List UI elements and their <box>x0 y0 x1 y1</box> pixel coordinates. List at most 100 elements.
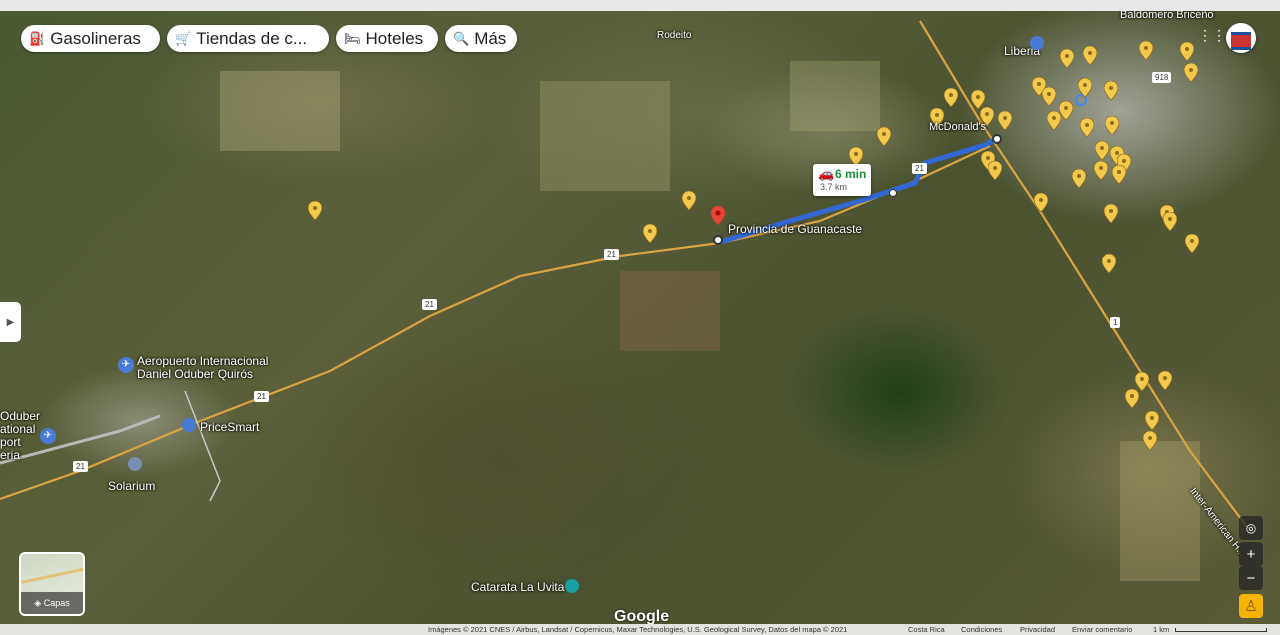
road-shield-21: 21 <box>912 163 927 174</box>
chip-label: Gasolineras <box>50 28 141 48</box>
chip-stores[interactable]: 🛒 Tiendas de c... <box>167 25 329 52</box>
layers-label: Capas <box>43 598 70 608</box>
route-time: 6 min <box>835 167 867 181</box>
zoom-in-button[interactable]: + <box>1239 542 1263 566</box>
chip-label: Hoteles <box>365 28 424 48</box>
place-pin-icon[interactable] <box>1095 141 1109 160</box>
target-icon: ◎ <box>1245 521 1257 535</box>
terms-link[interactable]: Condiciones <box>961 624 1002 635</box>
search-icon: 🔍 <box>453 30 470 46</box>
label-solarium[interactable]: Solarium <box>108 479 155 493</box>
city-hall-icon[interactable] <box>1030 36 1044 50</box>
chip-hotels[interactable]: 🛏 Hoteles <box>336 25 438 52</box>
field-patch <box>540 81 670 191</box>
layers-caption: ◈ Capas <box>21 592 83 614</box>
place-pin-icon[interactable] <box>308 201 322 220</box>
chip-gas-stations[interactable]: ⛽ Gasolineras <box>21 25 160 52</box>
place-pin-icon[interactable] <box>1083 46 1097 65</box>
bed-icon: 🛏 <box>344 30 361 46</box>
place-pin-icon[interactable] <box>988 161 1002 180</box>
airport-icon[interactable]: ✈ <box>118 357 134 373</box>
place-pin-icon[interactable] <box>1102 254 1116 273</box>
place-pin-icon[interactable] <box>1180 42 1194 61</box>
place-pin-icon[interactable] <box>1125 389 1139 408</box>
place-pin-icon[interactable] <box>1078 78 1092 97</box>
place-icon[interactable] <box>128 457 142 471</box>
route-info-box[interactable]: 🚗 6 min 3.7 km <box>813 164 871 196</box>
zoom-out-button[interactable]: − <box>1239 566 1263 590</box>
attribution-bar: Imágenes © 2021 CNES / Airbus, Landsat /… <box>0 624 1280 635</box>
road-shield-1: 1 <box>1110 317 1121 328</box>
place-pin-icon[interactable] <box>1094 161 1108 180</box>
my-location-button[interactable]: ◎ <box>1239 516 1263 540</box>
apps-grid-icon[interactable]: ⋮⋮ <box>1198 27 1226 43</box>
place-pin-icon[interactable] <box>643 224 657 243</box>
airport-road <box>184 390 221 502</box>
place-pin-icon[interactable] <box>1060 49 1074 68</box>
field-patch <box>1120 441 1200 581</box>
pegman-button[interactable]: ♙ <box>1239 594 1263 618</box>
avatar[interactable] <box>1226 23 1256 53</box>
label-airport[interactable]: Aeropuerto Internacional Daniel Oduber Q… <box>137 355 268 381</box>
expand-panel-button[interactable]: ▶ <box>0 302 21 342</box>
place-pin-icon[interactable] <box>1059 101 1073 120</box>
pegman-icon: ♙ <box>1244 598 1258 615</box>
place-pin-icon[interactable] <box>944 88 958 107</box>
road-shield-21: 21 <box>604 249 619 260</box>
label-pricesmart[interactable]: PriceSmart <box>200 420 259 434</box>
place-pin-icon[interactable] <box>1185 234 1199 253</box>
scale-label: 1 km <box>1153 625 1170 634</box>
place-pin-icon[interactable] <box>1158 371 1172 390</box>
place-pin-icon[interactable] <box>877 127 891 146</box>
map-overlay <box>0 20 1251 581</box>
label-airport-cut[interactable]: Oduber ational port eria <box>0 410 40 462</box>
place-pin-icon[interactable] <box>1112 165 1126 184</box>
attribution-country[interactable]: Costa Rica <box>908 624 945 635</box>
destination-pin-icon[interactable] <box>711 206 725 225</box>
label-mcdonalds[interactable]: McDonald's <box>929 121 986 133</box>
field-patch <box>790 61 880 131</box>
satellite-map[interactable]: Rodeito Liberia Baldomero Briceño McDona… <box>0 11 1280 624</box>
place-pin-icon[interactable] <box>1104 204 1118 223</box>
place-pin-icon[interactable] <box>1139 41 1153 60</box>
place-pin-icon[interactable] <box>1143 431 1157 450</box>
place-pin-icon[interactable] <box>1047 111 1061 130</box>
place-pin-icon[interactable] <box>1080 118 1094 137</box>
road-shield-21: 21 <box>73 461 88 472</box>
airport-icon[interactable]: ✈ <box>40 428 56 444</box>
field-patch <box>220 71 340 151</box>
attribution-imagery: Imágenes © 2021 CNES / Airbus, Landsat /… <box>428 625 848 634</box>
waterfall-icon[interactable] <box>565 579 579 593</box>
route-origin <box>992 134 1002 144</box>
place-pin-icon[interactable] <box>682 191 696 210</box>
label-destination[interactable]: Provincia de Guanacaste <box>728 222 862 236</box>
place-pin-icon[interactable] <box>1042 87 1056 106</box>
flag-icon <box>1231 32 1251 50</box>
route-destination-dot <box>713 235 723 245</box>
place-pin-icon[interactable] <box>1184 63 1198 82</box>
car-icon: 🚗 <box>818 166 835 181</box>
place-pin-icon[interactable] <box>1163 212 1177 231</box>
place-pin-icon[interactable] <box>1104 81 1118 100</box>
chip-label: Más <box>474 28 507 48</box>
layers-preview-road <box>21 567 83 584</box>
shopping-icon[interactable] <box>182 418 196 432</box>
place-pin-icon[interactable] <box>1145 411 1159 430</box>
chip-more[interactable]: 🔍 Más <box>445 25 517 52</box>
place-pin-icon[interactable] <box>1034 193 1048 212</box>
road-shield-21: 21 <box>254 391 269 402</box>
label-baldomero[interactable]: Baldomero Briceño <box>1120 11 1214 21</box>
gas-station-icon: ⛽ <box>29 30 46 46</box>
route-waypoint <box>889 189 897 197</box>
layers-button[interactable]: ◈ Capas <box>19 552 85 616</box>
privacy-link[interactable]: Privacidad <box>1020 624 1055 635</box>
place-pin-icon[interactable] <box>998 111 1012 130</box>
place-pin-icon[interactable] <box>1105 116 1119 135</box>
place-pin-icon[interactable] <box>1072 169 1086 188</box>
label-catarata[interactable]: Catarata La Uvita <box>471 580 564 594</box>
google-logo: Google <box>614 608 670 624</box>
cart-icon: 🛒 <box>175 30 192 46</box>
field-patch <box>620 271 720 351</box>
feedback-link[interactable]: Enviar comentario <box>1072 624 1132 635</box>
label-rodeito: Rodeito <box>657 30 692 41</box>
